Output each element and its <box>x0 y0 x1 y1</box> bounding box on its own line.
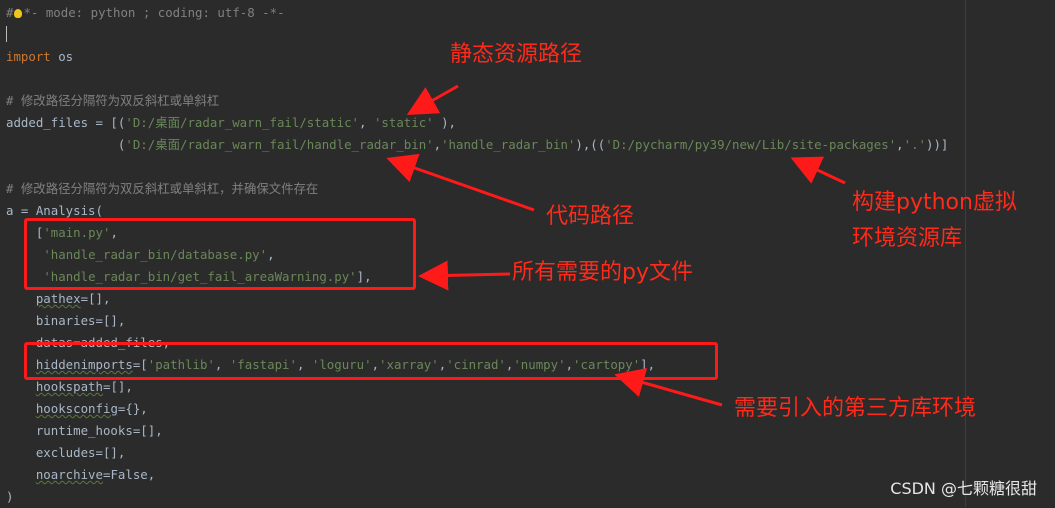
annotation-static-path: 静态资源路径 <box>450 42 583 67</box>
static-path-arrow <box>406 84 459 115</box>
annotation-venv-lib-line1: 构建python虚拟 <box>852 190 1017 215</box>
code-path-arrow <box>386 153 535 212</box>
csdn-watermark: CSDN @七颗糖很甜 <box>890 479 1037 498</box>
annotation-code-path: 代码路径 <box>546 204 635 229</box>
third-party-arrow <box>614 368 723 407</box>
venv-lib-arrow <box>790 156 846 185</box>
annotation-py-files: 所有需要的py文件 <box>512 260 693 285</box>
annotation-venv-lib-line2: 环境资源库 <box>852 226 963 251</box>
annotation-third-party: 需要引入的第三方库环境 <box>734 396 977 421</box>
py-files-arrow <box>418 260 511 291</box>
